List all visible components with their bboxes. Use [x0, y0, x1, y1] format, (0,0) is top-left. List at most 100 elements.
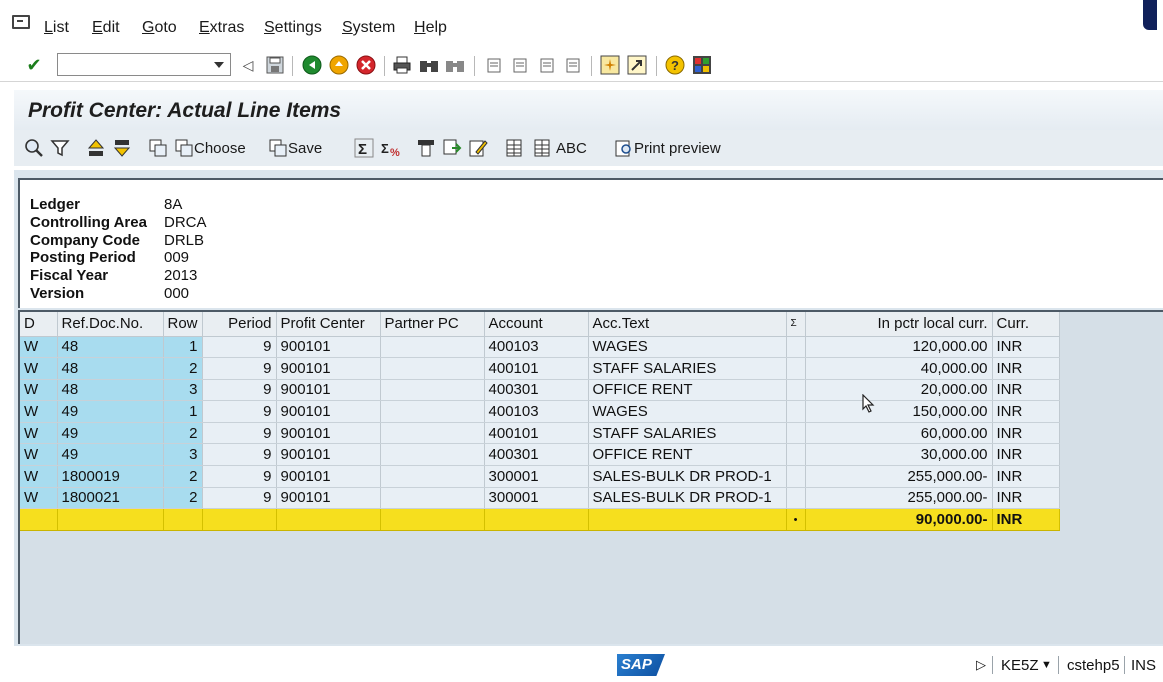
menu-dropdown-icon[interactable]	[12, 15, 30, 29]
cell-acc-text[interactable]: WAGES	[588, 336, 787, 359]
save-icon[interactable]	[265, 55, 285, 75]
cell-sigma[interactable]	[786, 336, 806, 359]
cell-partner-pc[interactable]	[380, 336, 485, 359]
print-preview-button[interactable]: Print preview	[614, 138, 721, 158]
sum-icon[interactable]: Σ	[354, 138, 374, 158]
total-amount[interactable]: 90,000.00-	[805, 508, 993, 531]
total-row-cell[interactable]	[202, 508, 277, 531]
column-header-curr[interactable]: Curr.	[992, 312, 1060, 337]
table-row[interactable]: W 49 1 9 900101 400103 WAGES 150,000.00 INR	[20, 400, 1060, 423]
cell-refdoc[interactable]: 49	[57, 400, 164, 423]
menu-item-help[interactable]: Help	[414, 19, 447, 37]
details-icon[interactable]	[24, 138, 44, 158]
cell-acc-text[interactable]: STAFF SALARIES	[588, 422, 787, 445]
table-row[interactable]: W 49 3 9 900101 400301 OFFICE RENT 30,000.00 INR	[20, 443, 1060, 467]
menu-item-goto[interactable]: Goto	[142, 19, 177, 37]
cell-refdoc[interactable]: 1800021	[57, 487, 164, 510]
cell-row[interactable]: 1	[163, 400, 203, 423]
cell-account[interactable]: 400301	[484, 443, 589, 467]
cell-sigma[interactable]	[786, 379, 806, 402]
cell-amount[interactable]: 30,000.00	[805, 443, 993, 467]
total-marker[interactable]: •	[786, 508, 806, 531]
sort-ascending-icon[interactable]	[86, 138, 106, 158]
cell-sigma[interactable]	[786, 422, 806, 445]
cell-period[interactable]: 9	[202, 379, 277, 402]
cell-row[interactable]: 2	[163, 357, 203, 380]
cell-amount[interactable]: 120,000.00	[805, 336, 993, 359]
cell-acc-text[interactable]: SALES-BULK DR PROD-1	[588, 465, 787, 488]
menu-item-edit[interactable]: Edit	[92, 19, 120, 37]
cell-amount[interactable]: 40,000.00	[805, 357, 993, 380]
cell-d[interactable]: W	[20, 379, 58, 402]
select-layout-icon[interactable]	[148, 138, 168, 158]
cell-curr[interactable]: INR	[992, 422, 1060, 445]
cell-profit-center[interactable]: 900101	[276, 487, 381, 510]
column-header-amount[interactable]: In pctr local curr.	[805, 312, 993, 337]
cell-account[interactable]: 400103	[484, 336, 589, 359]
cell-partner-pc[interactable]	[380, 400, 485, 423]
filter-icon[interactable]	[50, 138, 70, 158]
cell-d[interactable]: W	[20, 465, 58, 488]
status-transaction[interactable]: KE5Z	[1001, 657, 1039, 674]
table-row[interactable]: W 48 3 9 900101 400301 OFFICE RENT 20,000.00 INR	[20, 379, 1060, 402]
cell-refdoc[interactable]: 48	[57, 336, 164, 359]
total-row-cell[interactable]	[276, 508, 381, 531]
table-row[interactable]: W 1800021 2 9 900101 300001 SALES-BULK DR PROD…	[20, 487, 1060, 510]
cell-profit-center[interactable]: 900101	[276, 465, 381, 488]
cell-partner-pc[interactable]	[380, 443, 485, 467]
total-row-cell[interactable]	[57, 508, 164, 531]
subtotal-icon[interactable]: Σ%	[380, 138, 400, 158]
cell-account[interactable]: 400101	[484, 422, 589, 445]
cell-acc-text[interactable]: SALES-BULK DR PROD-1	[588, 487, 787, 510]
cell-d[interactable]: W	[20, 443, 58, 467]
column-header-d[interactable]: D	[20, 312, 58, 337]
menu-item-settings[interactable]: Settings	[264, 19, 322, 37]
cell-curr[interactable]: INR	[992, 357, 1060, 380]
save-layout-button[interactable]: Save	[268, 138, 322, 158]
chevron-down-icon[interactable]	[214, 62, 224, 68]
cell-period[interactable]: 9	[202, 487, 277, 510]
export-icon[interactable]	[442, 138, 462, 158]
total-row-cell[interactable]	[20, 508, 58, 531]
menu-item-list[interactable]: List	[44, 19, 69, 37]
abc-analysis-button[interactable]: ABC	[532, 138, 587, 158]
new-session-icon[interactable]	[600, 55, 620, 75]
cell-period[interactable]: 9	[202, 465, 277, 488]
cell-curr[interactable]: INR	[992, 443, 1060, 467]
cell-profit-center[interactable]: 900101	[276, 400, 381, 423]
enter-icon[interactable]: ✔	[24, 55, 44, 75]
cell-amount[interactable]: 255,000.00-	[805, 465, 993, 488]
cell-refdoc[interactable]: 49	[57, 422, 164, 445]
cell-sigma[interactable]	[786, 465, 806, 488]
status-insert-mode[interactable]: INS	[1131, 657, 1156, 674]
triangle-left-icon[interactable]: ◁	[238, 55, 258, 75]
cell-partner-pc[interactable]	[380, 487, 485, 510]
total-row-cell[interactable]	[163, 508, 203, 531]
choose-button[interactable]: Choose	[174, 138, 246, 158]
cell-account[interactable]: 400301	[484, 379, 589, 402]
cell-account[interactable]: 300001	[484, 465, 589, 488]
column-header-profit-center[interactable]: Profit Center	[276, 312, 381, 337]
cell-row[interactable]: 2	[163, 422, 203, 445]
cell-sigma[interactable]	[786, 443, 806, 467]
cell-sigma[interactable]	[786, 357, 806, 380]
cell-row[interactable]: 2	[163, 487, 203, 510]
cell-profit-center[interactable]: 900101	[276, 379, 381, 402]
cancel-icon[interactable]	[356, 55, 376, 75]
cell-curr[interactable]: INR	[992, 400, 1060, 423]
cell-profit-center[interactable]: 900101	[276, 336, 381, 359]
shortcut-icon[interactable]	[627, 55, 647, 75]
previous-page-icon[interactable]	[510, 55, 530, 75]
cell-period[interactable]: 9	[202, 336, 277, 359]
spreadsheet-icon[interactable]	[504, 138, 524, 158]
cell-partner-pc[interactable]	[380, 465, 485, 488]
transaction-dropdown-icon[interactable]: ▼	[1041, 659, 1052, 671]
cell-period[interactable]: 9	[202, 443, 277, 467]
sort-descending-icon[interactable]	[112, 138, 132, 158]
table-row[interactable]: W 1800019 2 9 900101 300001 SALES-BULK DR PROD…	[20, 465, 1060, 488]
cell-profit-center[interactable]: 900101	[276, 443, 381, 467]
customize-layout-icon[interactable]	[692, 55, 712, 75]
cell-period[interactable]: 9	[202, 357, 277, 380]
cell-d[interactable]: W	[20, 336, 58, 359]
print-list-icon[interactable]	[416, 138, 436, 158]
